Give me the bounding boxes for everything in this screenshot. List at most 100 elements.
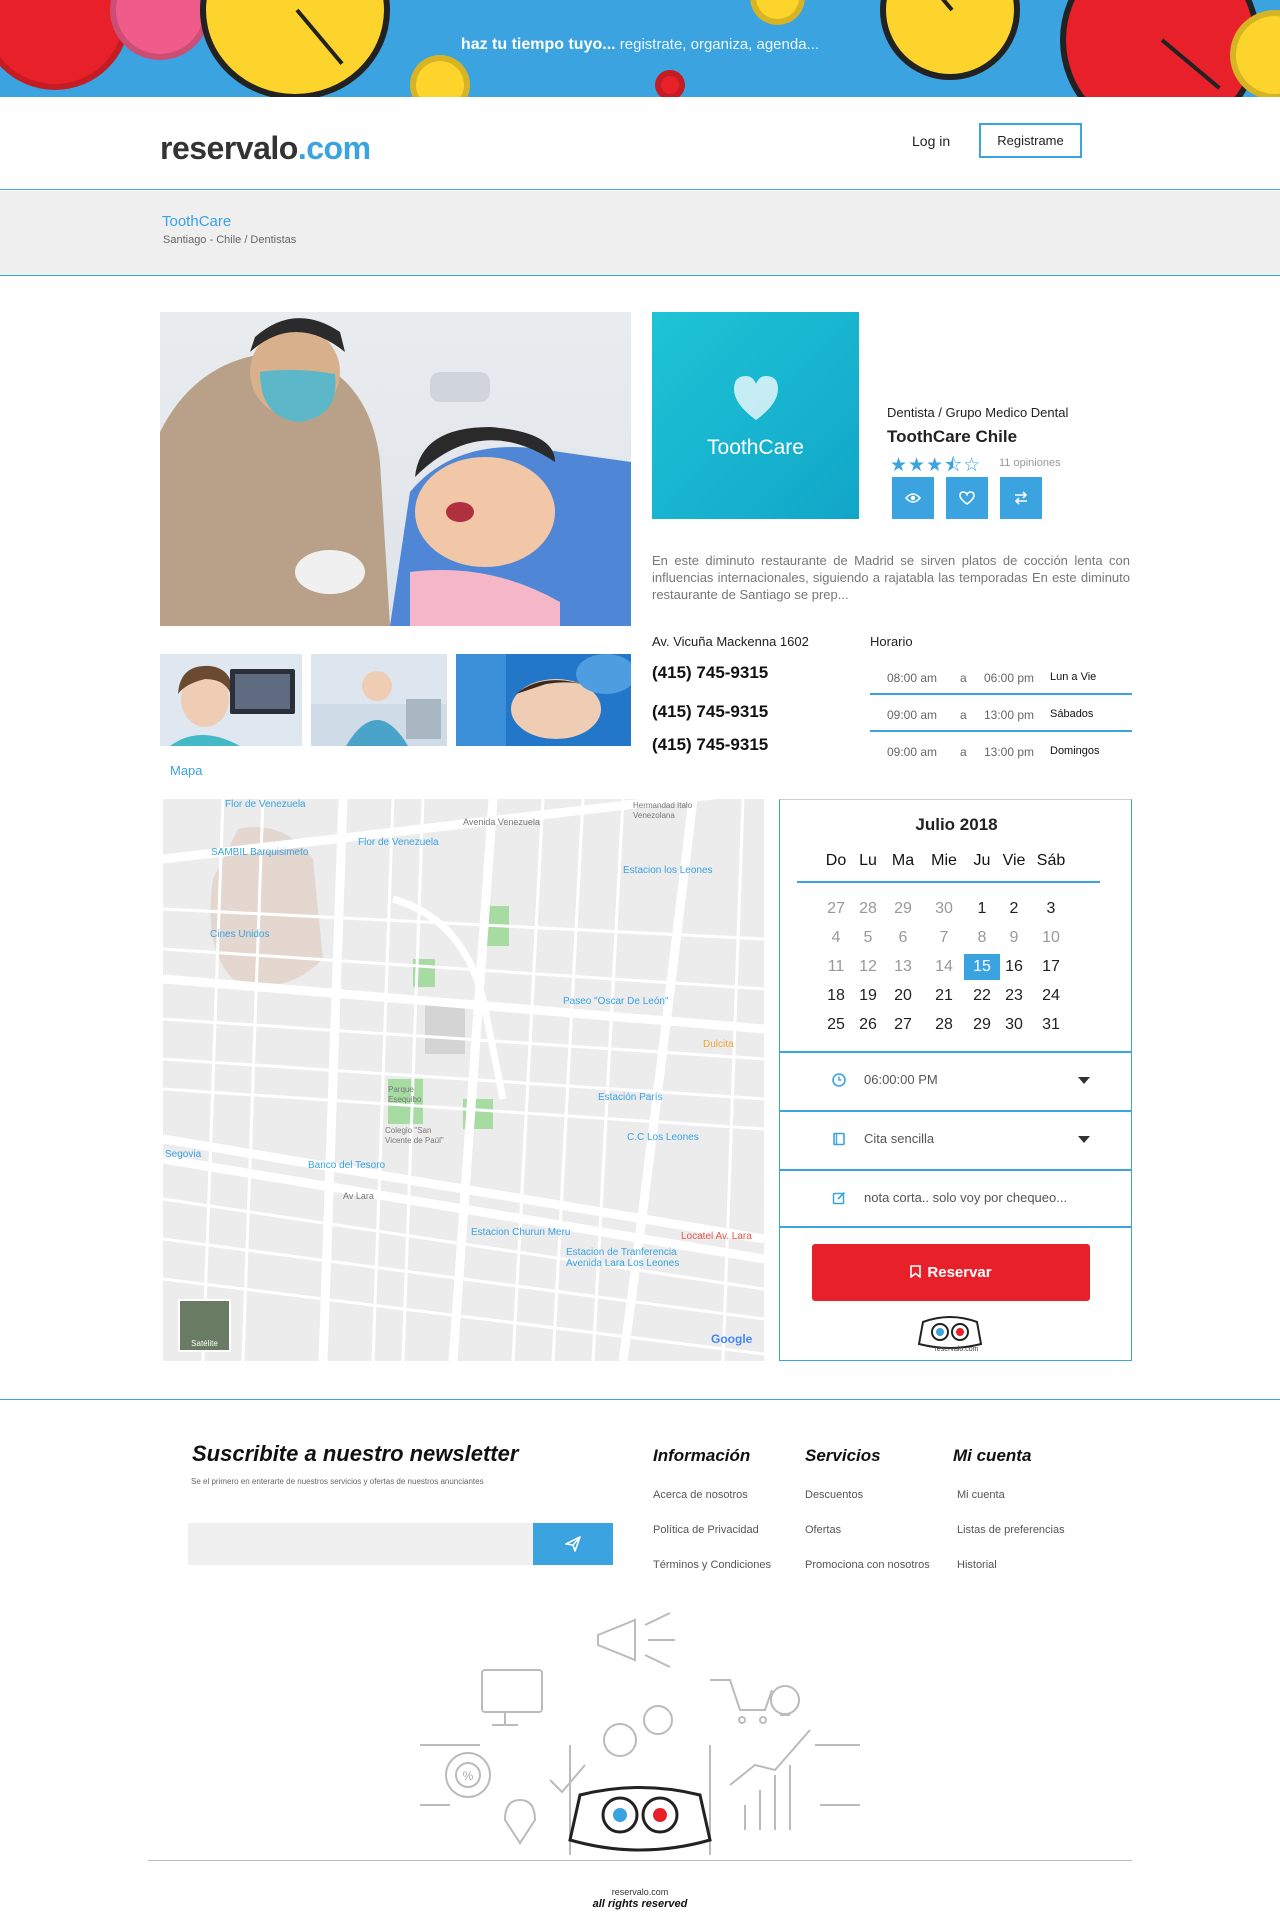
map-label[interactable]: Segovia [165, 1149, 201, 1160]
map-attribution: Google [711, 1332, 753, 1346]
map-label[interactable]: Dulcita [703, 1039, 734, 1050]
calendar-day[interactable]: 12 [850, 954, 886, 980]
phone-number[interactable]: (415) 745-9315 [652, 702, 768, 722]
reserve-button[interactable]: Reservar [812, 1244, 1090, 1301]
location-map[interactable]: Flor de Venezuela Avenida Venezuela Herm… [163, 799, 764, 1361]
footer-link[interactable]: Mi cuenta [957, 1489, 1005, 1501]
site-logo[interactable]: reservalo.com [160, 130, 371, 167]
footer-link[interactable]: Historial [957, 1559, 997, 1571]
map-label[interactable]: SAMBIL Barquisimeto [211, 847, 308, 858]
footer-link[interactable]: Listas de preferencias [957, 1524, 1065, 1536]
reserve-label: Reservar [927, 1264, 992, 1281]
breadcrumb: ToothCare Santiago - Chile / Dentistas [0, 191, 1280, 276]
footer-link[interactable]: Acerca de nosotros [653, 1489, 748, 1501]
time-select[interactable]: 06:00:00 PM [780, 1051, 1131, 1110]
map-label[interactable]: Estacion Churun Meru [471, 1227, 571, 1238]
footer-link[interactable]: Descuentos [805, 1489, 863, 1501]
calendar-day[interactable]: 18 [818, 983, 854, 1009]
calendar-day[interactable]: 25 [818, 1012, 854, 1038]
open-time: 09:00 am [887, 745, 938, 759]
calendar-day[interactable]: 7 [926, 925, 962, 951]
map-label[interactable]: C.C Los Leones [627, 1132, 699, 1143]
calendar-day[interactable]: 29 [885, 896, 921, 922]
empty-star-icon: ☆ [963, 455, 982, 476]
map-label[interactable]: Cines Unidos [210, 929, 269, 940]
compare-button[interactable] [1000, 477, 1042, 519]
map-label[interactable]: Locatel Av. Lara [681, 1231, 752, 1242]
weekday-label: Lu [859, 852, 877, 869]
register-button[interactable]: Registrame [979, 123, 1082, 158]
view-button[interactable] [892, 477, 934, 519]
calendar-day[interactable]: 21 [926, 983, 962, 1009]
gallery-thumb-1[interactable] [160, 654, 302, 746]
map-tab-label[interactable]: Mapa [170, 763, 203, 778]
breadcrumb-title[interactable]: ToothCare [162, 213, 231, 230]
footer-link[interactable]: Política de Privacidad [653, 1524, 759, 1536]
calendar-day[interactable]: 29 [964, 1012, 1000, 1038]
calendar-day[interactable]: 5 [850, 925, 886, 951]
calendar-day[interactable]: 11 [818, 954, 854, 980]
map-label[interactable]: Flor de Venezuela [225, 799, 306, 810]
satellite-toggle[interactable]: Satélite [178, 1299, 231, 1352]
footer-link[interactable]: Ofertas [805, 1524, 841, 1536]
map-label: Colegio "San Vicente de Paúl" [385, 1126, 444, 1145]
calendar-day[interactable]: 28 [850, 896, 886, 922]
calendar-day[interactable]: 27 [818, 896, 854, 922]
gallery-thumb-2[interactable] [311, 654, 447, 746]
main-photo[interactable] [160, 312, 631, 626]
calendar-day[interactable]: 9 [996, 925, 1032, 951]
map-label[interactable]: Flor de Venezuela [358, 837, 439, 848]
schedule-row: 09:00 am a 13:00 pm Sábados [870, 696, 1132, 732]
phone-number[interactable]: (415) 745-9315 [652, 663, 768, 683]
send-icon [565, 1536, 581, 1552]
calendar-day[interactable]: 17 [1033, 954, 1069, 980]
calendar-day[interactable]: 4 [818, 925, 854, 951]
reviews-count[interactable]: 11 opiniones [999, 457, 1061, 469]
footer-rights: all rights reserved [592, 1898, 688, 1910]
login-link[interactable]: Log in [912, 133, 950, 149]
favorite-button[interactable] [946, 477, 988, 519]
calendar-day[interactable]: 14 [926, 954, 962, 980]
newsletter-title: Suscribite a nuestro newsletter [192, 1441, 519, 1466]
calendar-day-selected[interactable]: 15 [964, 954, 1000, 980]
note-field[interactable]: nota corta.. solo voy por chequeo... [780, 1169, 1131, 1228]
calendar-day[interactable]: 10 [1033, 925, 1069, 951]
calendar-day[interactable]: 27 [885, 1012, 921, 1038]
footer-illustration: % [420, 1612, 860, 1855]
footer-link[interactable]: Promociona con nosotros [805, 1559, 930, 1571]
appointment-type-select[interactable]: Cita sencilla [780, 1110, 1131, 1169]
logo-main: reservalo [160, 130, 298, 166]
newsletter-submit-button[interactable] [533, 1523, 613, 1565]
map-label[interactable]: Paseo "Oscar De León" [563, 996, 669, 1007]
footer-col-title: Información [653, 1446, 751, 1465]
calendar-day[interactable]: 13 [885, 954, 921, 980]
calendar-day[interactable]: 19 [850, 983, 886, 1009]
calendar-day[interactable]: 1 [964, 896, 1000, 922]
gallery-thumb-3[interactable] [456, 654, 631, 746]
map-label[interactable]: Estacion de Tranferencia Avenida Lara Lo… [566, 1247, 696, 1269]
map-label[interactable]: Estación París [598, 1092, 662, 1103]
calendar-day[interactable]: 16 [996, 954, 1032, 980]
map-label[interactable]: Banco del Tesoro [308, 1160, 385, 1171]
calendar-day[interactable]: 31 [1033, 1012, 1069, 1038]
map-label[interactable]: Estacion los Leones [623, 865, 713, 876]
schedule-days: Sábados [1050, 708, 1094, 720]
calendar-day[interactable]: 26 [850, 1012, 886, 1038]
business-address: Av. Vicuña Mackenna 1602 [652, 634, 809, 649]
time-separator: a [960, 745, 967, 759]
calendar-day[interactable]: 23 [996, 983, 1032, 1009]
calendar-day[interactable]: 8 [964, 925, 1000, 951]
heart-icon [959, 491, 975, 505]
footer-link[interactable]: Términos y Condiciones [653, 1559, 771, 1571]
calendar-day[interactable]: 20 [885, 983, 921, 1009]
calendar-day[interactable]: 22 [964, 983, 1000, 1009]
newsletter-email-input[interactable] [188, 1523, 533, 1565]
calendar-day[interactable]: 30 [996, 1012, 1032, 1038]
calendar-day[interactable]: 2 [996, 896, 1032, 922]
calendar-day[interactable]: 3 [1033, 896, 1069, 922]
calendar-day[interactable]: 6 [885, 925, 921, 951]
calendar-day[interactable]: 24 [1033, 983, 1069, 1009]
calendar-day[interactable]: 28 [926, 1012, 962, 1038]
phone-number[interactable]: (415) 745-9315 [652, 735, 768, 755]
calendar-day[interactable]: 30 [926, 896, 962, 922]
